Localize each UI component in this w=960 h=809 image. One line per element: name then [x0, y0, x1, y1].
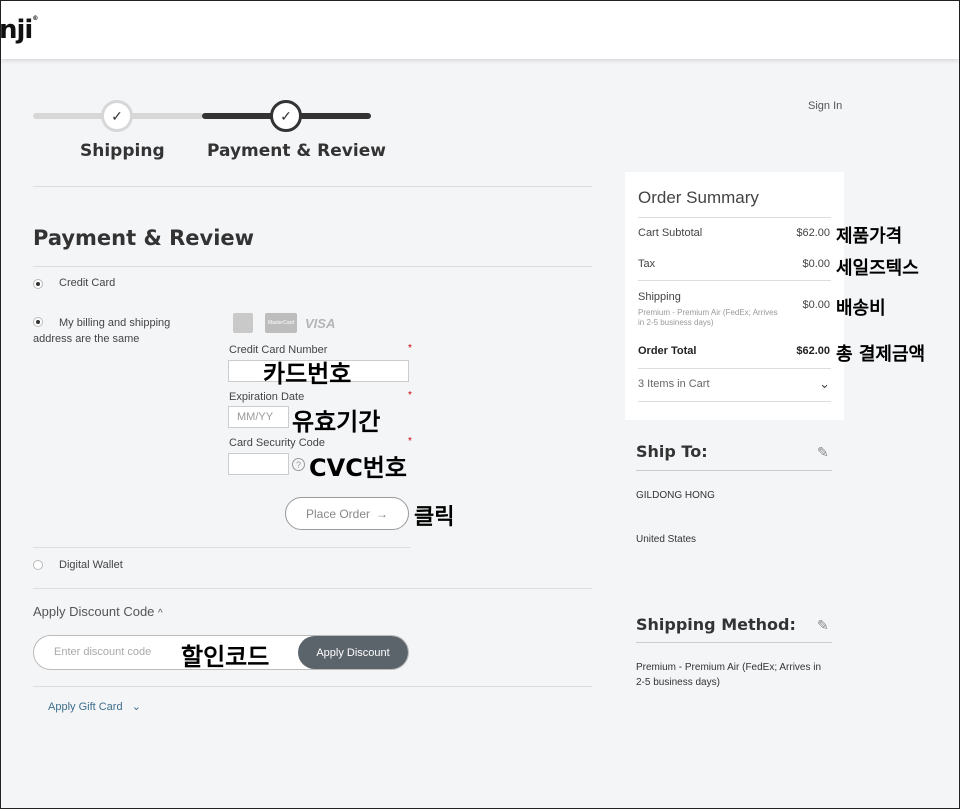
annotation-discount-code: 할인코드 — [181, 643, 270, 671]
divider — [638, 401, 831, 402]
ship-to-title: Ship To: — [636, 442, 708, 461]
arrow-right-icon: → — [376, 506, 389, 521]
amex-logo-icon — [233, 313, 253, 333]
divider — [638, 280, 831, 281]
items-in-cart-toggle[interactable]: 3 Items in Cart — [638, 378, 710, 390]
divider — [636, 642, 832, 643]
required-mark: * — [408, 343, 412, 354]
shipping-method-value: Premium - Premium Air (FedEx; Arrives in… — [636, 662, 822, 688]
order-total-value: $62.00 — [796, 345, 830, 357]
annotation-expiration: 유효기간 — [292, 408, 381, 436]
required-mark: * — [408, 390, 412, 401]
annotation-subtotal: 제품가격 — [836, 226, 903, 247]
annotation-click: 클릭 — [414, 505, 455, 530]
shipping-label: Shipping — [638, 291, 681, 303]
annotation-cvc: CVC번호 — [309, 454, 407, 482]
visa-logo-icon: VISA — [305, 316, 336, 331]
edit-ship-to-pencil-icon[interactable]: ✎ — [817, 444, 829, 461]
divider — [636, 470, 832, 471]
gift-card-toggle[interactable]: Apply Gift Card ⌄ — [48, 700, 141, 713]
shipping-detail: Premium - Premium Air (FedEx; Arrives in… — [638, 308, 778, 327]
step-shipping-check-icon[interactable]: ✓ — [101, 100, 133, 132]
place-order-button[interactable]: Place Order → — [285, 497, 409, 530]
discount-toggle[interactable]: Apply Discount Code ^ — [33, 604, 163, 619]
apply-discount-button[interactable]: Apply Discount — [298, 636, 408, 669]
cvc-input[interactable] — [228, 453, 289, 475]
shipping-method-title: Shipping Method: — [636, 615, 796, 634]
site-header: nji® — [0, 1, 959, 59]
page-title: Payment & Review — [33, 226, 255, 250]
billing-same-label[interactable]: My billing and shipping address are the … — [33, 315, 198, 347]
chevron-up-icon: ^ — [158, 608, 163, 619]
annotation-total: 총 결제금액 — [836, 344, 926, 365]
tax-label: Tax — [638, 258, 656, 270]
step-payment-check-icon: ✓ — [270, 100, 302, 132]
annotation-tax: 세일즈텍스 — [836, 258, 919, 279]
order-total-label: Order Total — [638, 345, 697, 357]
divider — [33, 588, 592, 589]
expiration-input[interactable]: MM/YY — [228, 406, 289, 428]
annotation-card-number: 카드번호 — [263, 360, 352, 388]
help-icon[interactable]: ? — [292, 458, 305, 471]
tax-value: $0.00 — [802, 258, 830, 270]
chevron-down-icon: ⌄ — [131, 701, 141, 713]
discount-placeholder: Enter discount code — [54, 646, 152, 658]
edit-shipping-method-pencil-icon[interactable]: ✎ — [817, 617, 829, 634]
credit-card-label[interactable]: Credit Card — [59, 277, 115, 289]
divider — [638, 217, 831, 218]
chevron-down-icon[interactable]: ⌄ — [819, 376, 830, 392]
divider — [33, 547, 410, 548]
mastercard-logo-icon: MasterCard — [265, 313, 297, 333]
place-order-label: Place Order — [305, 506, 371, 521]
order-summary-title: Order Summary — [638, 188, 759, 207]
step-shipping-label[interactable]: Shipping — [80, 141, 165, 161]
ship-to-name: GILDONG HONG — [636, 490, 715, 501]
divider — [33, 266, 592, 267]
shipping-value: $0.00 — [802, 299, 830, 311]
credit-card-radio[interactable] — [33, 279, 43, 289]
required-mark: * — [408, 436, 412, 447]
site-logo[interactable]: nji® — [0, 15, 38, 45]
divider — [638, 368, 831, 369]
order-summary-panel: Order Summary Cart Subtotal $62.00 Tax $… — [625, 172, 844, 420]
digital-wallet-radio[interactable] — [33, 560, 43, 570]
subtotal-label: Cart Subtotal — [638, 227, 703, 239]
annotation-shipping: 배송비 — [836, 298, 886, 319]
subtotal-value: $62.00 — [796, 227, 830, 239]
divider — [33, 186, 592, 187]
step-payment-label: Payment & Review — [207, 141, 386, 161]
digital-wallet-label[interactable]: Digital Wallet — [59, 559, 123, 571]
divider — [33, 686, 592, 687]
ship-to-country: United States — [636, 534, 697, 545]
sign-in-link[interactable]: Sign In — [808, 100, 842, 112]
